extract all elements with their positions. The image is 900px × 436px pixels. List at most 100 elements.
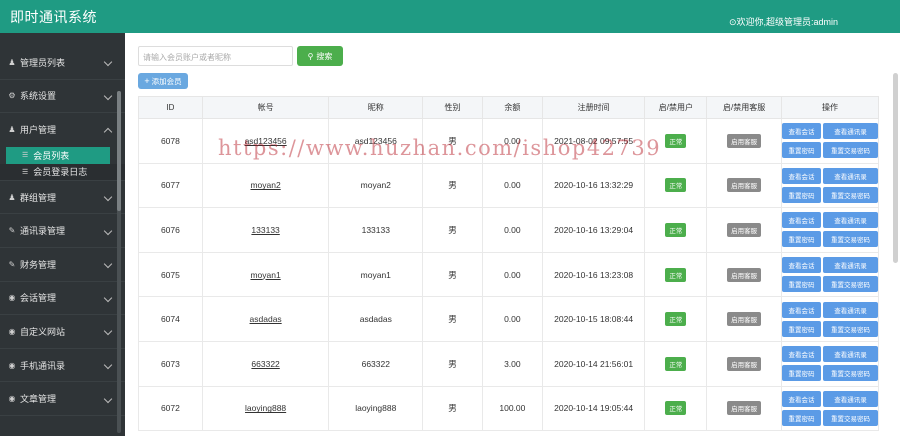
reset-password-button[interactable]: 重置密码: [781, 409, 821, 426]
view-contacts-button[interactable]: 查看通讯录: [822, 167, 878, 184]
chevron-down-icon: [103, 293, 113, 303]
account-link[interactable]: 663322: [251, 359, 279, 369]
column-header[interactable]: 注册时间: [541, 96, 646, 119]
account-link[interactable]: moyan1: [250, 270, 280, 280]
column-header[interactable]: 启/禁用户: [644, 96, 708, 119]
cell-service-status: 启用客服: [706, 251, 782, 298]
chevron-down-icon: [103, 58, 113, 67]
user-status-badge[interactable]: 正常: [665, 356, 687, 371]
sidebar-subitem-member-list[interactable]: ☰ 会员列表: [6, 146, 110, 164]
column-header[interactable]: 帐号: [201, 96, 330, 119]
service-status-badge[interactable]: 启用客服: [727, 133, 762, 148]
sidebar-item-custom-website[interactable]: ◉ 自定义网站: [0, 315, 125, 349]
reset-password-button[interactable]: 重置密码: [781, 320, 821, 337]
reset-password-button[interactable]: 重置密码: [781, 276, 821, 293]
search-input[interactable]: 请输入会员账户或者昵称: [138, 46, 293, 66]
cell-balance: 3.00: [481, 340, 543, 387]
service-status-badge[interactable]: 启用客服: [727, 267, 762, 282]
account-link[interactable]: laoying888: [245, 403, 286, 413]
view-sessions-button[interactable]: 查看会话: [781, 167, 821, 184]
sidebar-item-system-settings[interactable]: ⚙ 系统设置: [0, 80, 125, 114]
service-status-badge[interactable]: 启用客服: [727, 401, 762, 416]
add-member-button[interactable]: + 添加会员: [138, 73, 188, 89]
cell-nickname: asd123456: [328, 118, 424, 164]
column-header[interactable]: 操作: [780, 96, 880, 119]
column-header[interactable]: 性别: [422, 96, 483, 119]
table-row: 6078 asd123456 asd123456 男 0.00 2021-08-02 09…: [138, 118, 880, 164]
view-contacts-button[interactable]: 查看通讯录: [822, 212, 878, 229]
cell-balance: 100.00: [481, 385, 543, 432]
view-sessions-button[interactable]: 查看会话: [781, 301, 821, 318]
cell-actions: 查看会话 查看通讯录 重置密码 重置交易密码: [780, 340, 880, 387]
view-contacts-button[interactable]: 查看通讯录: [822, 346, 878, 363]
reset-password-button[interactable]: 重置密码: [781, 231, 821, 248]
account-link[interactable]: 133133: [251, 225, 279, 235]
sidebar-item-article-management[interactable]: ◉ 文章管理: [0, 382, 125, 416]
user-status-badge[interactable]: 正常: [665, 178, 687, 193]
sidebar-item-group-management[interactable]: ♟ 群组管理: [0, 181, 125, 215]
service-status-badge[interactable]: 启用客服: [727, 178, 762, 193]
view-contacts-button[interactable]: 查看通讯录: [822, 390, 878, 407]
sidebar-subitem-login-log[interactable]: ☰ 会员登录日志: [0, 163, 125, 181]
column-header[interactable]: 昵称: [328, 96, 424, 119]
view-sessions-button[interactable]: 查看会话: [781, 212, 821, 229]
reset-password-button[interactable]: 重置密码: [781, 365, 821, 382]
cell-balance: 0.00: [481, 296, 543, 342]
globe-icon: ◉: [8, 326, 16, 336]
column-header[interactable]: 余额: [481, 96, 543, 119]
chevron-down-icon: [103, 327, 113, 336]
reset-trade-password-button[interactable]: 重置交易密码: [822, 142, 878, 159]
cell-nickname: 133133: [328, 207, 424, 253]
cell-id: 6077: [138, 162, 203, 209]
cell-service-status: 启用客服: [706, 340, 782, 387]
reset-password-button[interactable]: 重置密码: [781, 186, 821, 203]
service-status-badge[interactable]: 启用客服: [727, 356, 762, 371]
cell-nickname: laoying888: [328, 385, 424, 432]
sidebar-item-contacts-management[interactable]: ✎ 通讯录管理: [0, 214, 125, 248]
search-button[interactable]: ⚲ 搜索: [297, 46, 343, 66]
account-link[interactable]: asd123456: [245, 136, 287, 146]
cell-reg-time: 2020-10-16 13:29:04: [541, 207, 646, 253]
reset-trade-password-button[interactable]: 重置交易密码: [822, 320, 878, 337]
view-sessions-button[interactable]: 查看会话: [781, 123, 821, 140]
reset-trade-password-button[interactable]: 重置交易密码: [822, 231, 878, 248]
column-header[interactable]: ID: [138, 96, 203, 119]
sidebar-item-user-management[interactable]: ♟ 用户管理: [0, 113, 125, 147]
sidebar-item-admin-list[interactable]: ♟ 管理员列表: [0, 46, 125, 80]
sidebar-scrollbar-thumb[interactable]: [117, 91, 121, 211]
page-scrollbar[interactable]: [893, 73, 898, 263]
sidebar-item-finance-management[interactable]: ✎ 财务管理: [0, 248, 125, 282]
reset-trade-password-button[interactable]: 重置交易密码: [822, 276, 878, 293]
view-contacts-button[interactable]: 查看通讯录: [822, 123, 878, 140]
service-status-badge[interactable]: 启用客服: [727, 312, 762, 327]
table-row: 6073 663322 663322 男 3.00 2020-10-14 21:56:01…: [138, 340, 880, 387]
view-contacts-button[interactable]: 查看通讯录: [822, 301, 878, 318]
cell-reg-time: 2020-10-15 18:08:44: [541, 296, 646, 342]
user-status-badge[interactable]: 正常: [665, 312, 687, 327]
cell-account: moyan1: [201, 251, 330, 298]
cell-service-status: 启用客服: [706, 118, 782, 164]
view-sessions-button[interactable]: 查看会话: [781, 390, 821, 407]
reset-trade-password-button[interactable]: 重置交易密码: [822, 186, 878, 203]
user-status-badge[interactable]: 正常: [665, 267, 687, 282]
user-status-badge[interactable]: 正常: [665, 133, 687, 148]
user-status-badge[interactable]: 正常: [665, 401, 687, 416]
plus-icon: +: [144, 76, 150, 86]
account-link[interactable]: moyan2: [250, 180, 280, 190]
view-sessions-button[interactable]: 查看会话: [781, 346, 821, 363]
table-row: 6075 moyan1 moyan1 男 0.00 2020-10-16 13:23:08…: [138, 251, 880, 298]
reset-trade-password-button[interactable]: 重置交易密码: [822, 365, 878, 382]
account-link[interactable]: asdadas: [250, 314, 282, 324]
view-contacts-button[interactable]: 查看通讯录: [822, 257, 878, 274]
view-sessions-button[interactable]: 查看会话: [781, 257, 821, 274]
sidebar-item-phone-contacts[interactable]: ◉ 手机通讯录: [0, 349, 125, 383]
sidebar-item-session-management[interactable]: ◉ 会话管理: [0, 282, 125, 316]
service-status-badge[interactable]: 启用客服: [727, 222, 762, 237]
user-status-badge[interactable]: 正常: [665, 222, 687, 237]
reset-password-button[interactable]: 重置密码: [781, 142, 821, 159]
column-header[interactable]: 启/禁用客服: [706, 96, 782, 119]
add-member-label: 添加会员: [151, 76, 182, 86]
cell-reg-time: 2020-10-14 21:56:01: [541, 340, 646, 387]
sidebar-item-label: 会话管理: [20, 293, 57, 304]
reset-trade-password-button[interactable]: 重置交易密码: [822, 409, 878, 426]
